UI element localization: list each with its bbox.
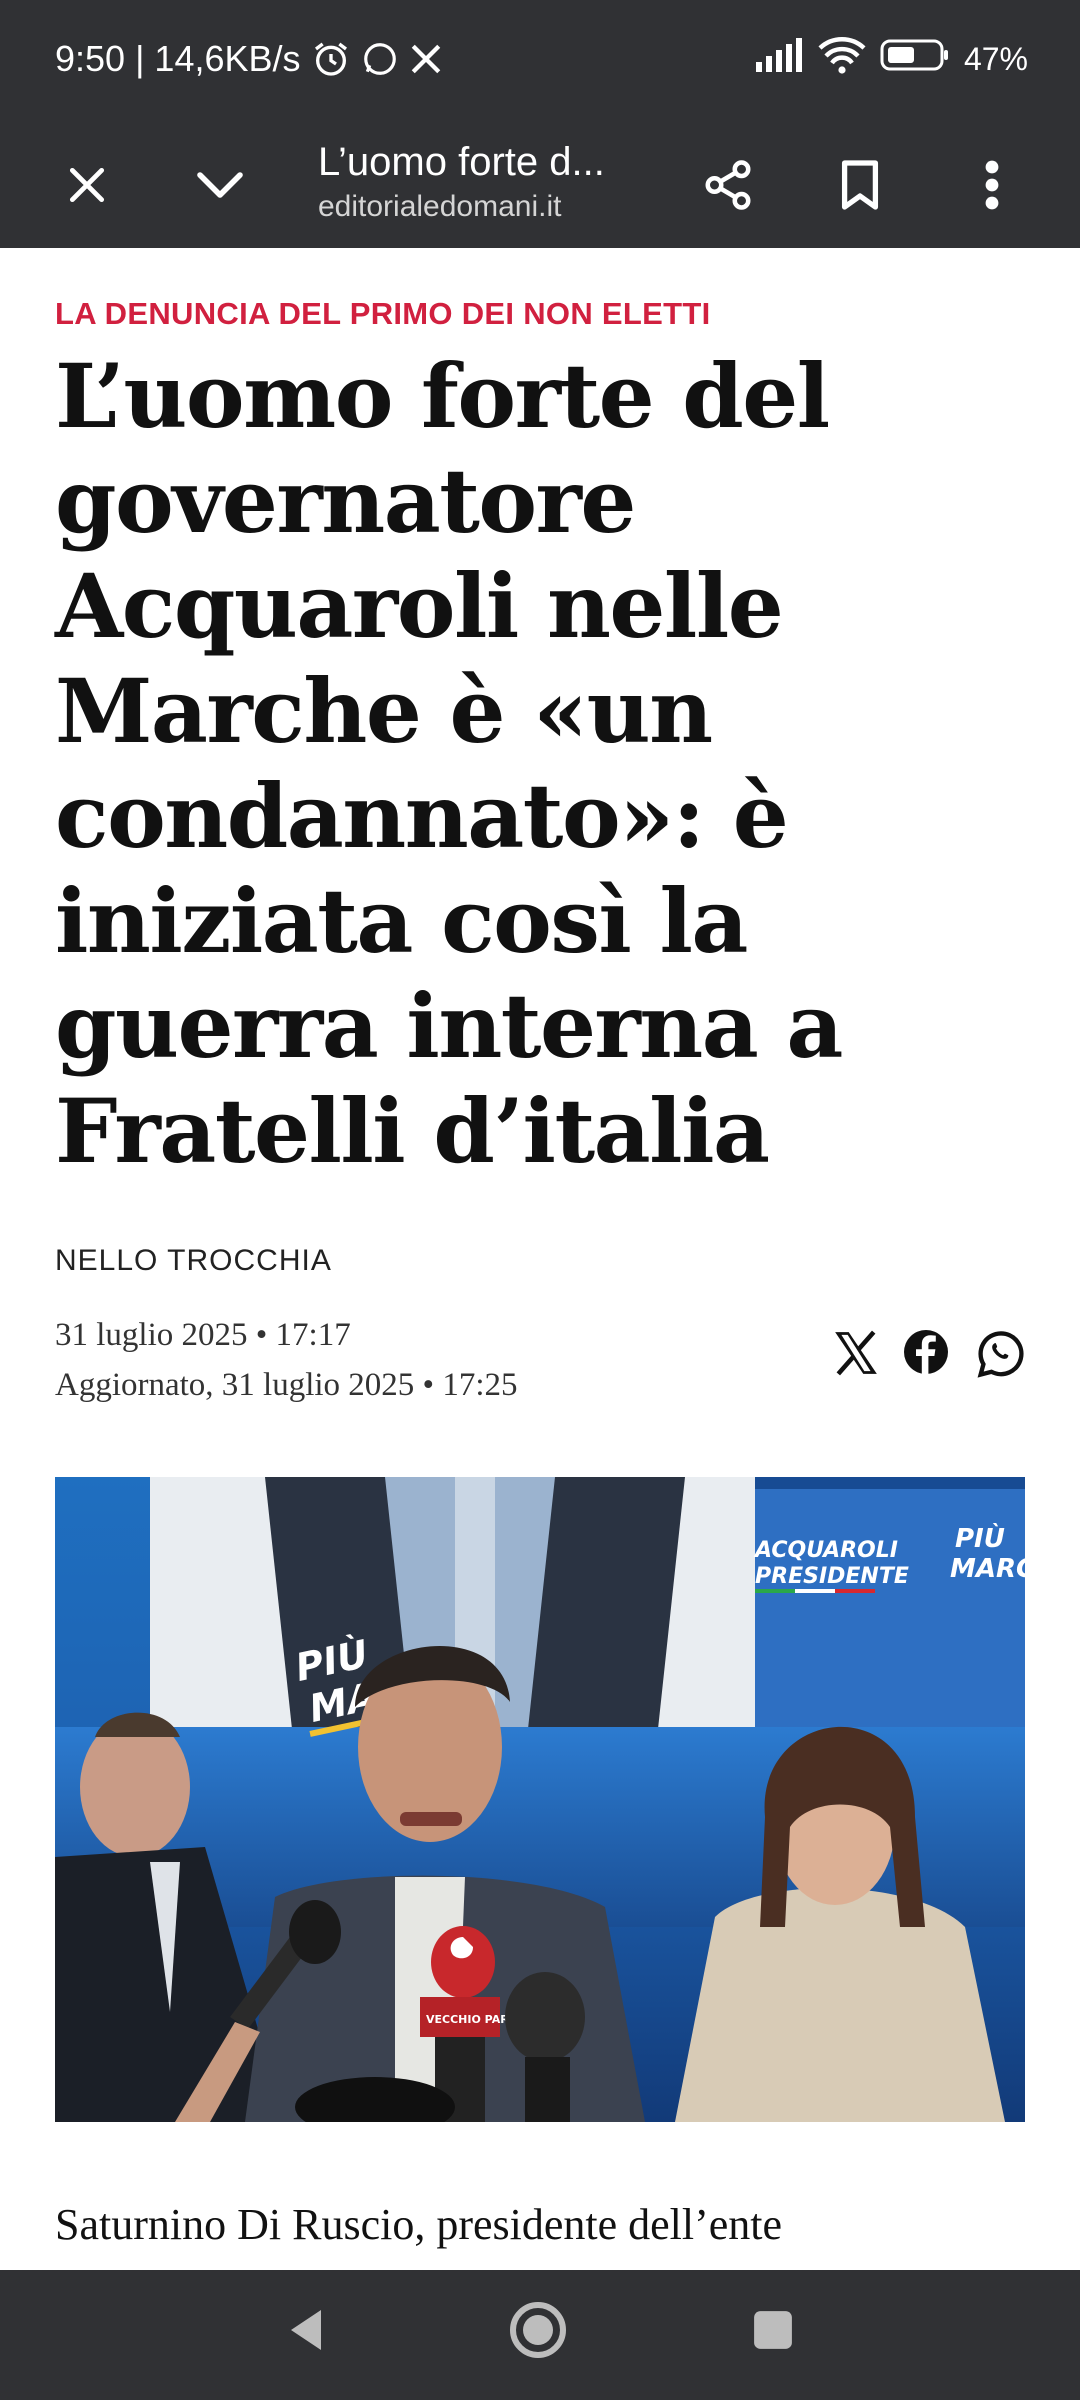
status-right: 47% xyxy=(754,36,1028,82)
svg-text:PIÙ: PIÙ xyxy=(955,1522,1005,1554)
facebook-icon[interactable] xyxy=(902,1328,950,1376)
recents-icon[interactable] xyxy=(733,2290,813,2370)
article-kicker: LA DENUNCIA DEL PRIMO DEI NON ELETTI xyxy=(55,296,711,331)
article-author[interactable]: NELLO TROCCHIA xyxy=(55,1244,332,1278)
article-photo[interactable]: ACQUAROLI PRESIDENTE PIÙ MARC PIÙ MARCHE xyxy=(55,1477,1025,2122)
wifi-icon xyxy=(818,36,866,82)
page-url: editorialedomani.it xyxy=(318,190,562,223)
article-headline: L’uomo forte del governatore Acquaroli n… xyxy=(55,344,843,1183)
browser-chrome: 9:50 | 14,6KB/s 47% L’uomo forte d... ed… xyxy=(0,0,1080,248)
more-vert-icon[interactable] xyxy=(957,150,1027,220)
svg-text:ACQUAROLI: ACQUAROLI xyxy=(753,1538,898,1563)
x-logo-icon[interactable] xyxy=(830,1328,882,1378)
signal-icon xyxy=(754,38,804,80)
page-title: L’uomo forte d... xyxy=(318,140,605,184)
published-date: 31 luglio 2025 • 17:17 xyxy=(55,1317,351,1353)
alarm-icon xyxy=(311,39,351,79)
status-time: 9:50 | 14,6KB/s xyxy=(55,38,301,79)
custom-tab-toolbar: L’uomo forte d... editorialedomani.it xyxy=(0,120,1080,248)
system-nav-bar xyxy=(0,2270,1080,2400)
status-left: 9:50 | 14,6KB/s xyxy=(55,38,443,80)
svg-text:PRESIDENTE: PRESIDENTE xyxy=(755,1564,909,1589)
svg-text:MARC: MARC xyxy=(950,1554,1025,1584)
x-status-icon xyxy=(409,42,443,76)
battery-icon xyxy=(880,37,950,81)
share-icon[interactable] xyxy=(693,150,763,220)
article-body: Saturnino Di Ruscio, presidente dell’ent… xyxy=(55,2200,783,2249)
whatsapp-status-icon xyxy=(361,40,399,78)
bookmark-icon[interactable] xyxy=(825,150,895,220)
status-bar: 9:50 | 14,6KB/s 47% xyxy=(0,0,1080,120)
whatsapp-icon[interactable] xyxy=(975,1328,1027,1380)
back-icon[interactable] xyxy=(265,2290,345,2370)
updated-date: Aggiornato, 31 luglio 2025 • 17:25 xyxy=(55,1367,518,1403)
article-dates: 31 luglio 2025 • 17:17 Aggiornato, 31 lu… xyxy=(55,1310,518,1410)
close-icon[interactable] xyxy=(52,150,122,220)
battery-percent: 47% xyxy=(963,40,1028,77)
chevron-down-icon[interactable] xyxy=(185,150,255,220)
home-icon[interactable] xyxy=(498,2290,578,2370)
